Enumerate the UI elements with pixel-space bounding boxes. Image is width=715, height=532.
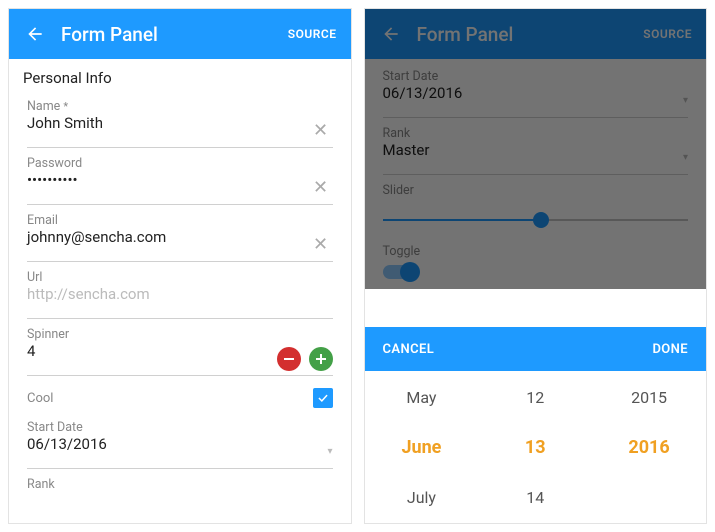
- header: Form Panel SOURCE: [9, 9, 351, 59]
- toggle-label: Toggle: [383, 244, 689, 259]
- cool-checkbox[interactable]: [313, 388, 333, 408]
- day-prev[interactable]: 12: [478, 372, 592, 422]
- spinner-plus-button[interactable]: [309, 347, 333, 371]
- start-date-input[interactable]: 06/13/2016: [27, 435, 321, 468]
- slider-label: Slider: [383, 183, 689, 198]
- password-input[interactable]: ••••••••••: [27, 171, 309, 204]
- source-button[interactable]: SOURCE: [643, 27, 692, 41]
- spinner-input[interactable]: 4: [27, 342, 277, 375]
- header-title: Form Panel: [417, 23, 644, 46]
- cool-label: Cool: [27, 391, 313, 406]
- chevron-down-icon: ▾: [683, 95, 688, 106]
- clear-icon[interactable]: ✕: [309, 234, 333, 255]
- date-picker-sheet: CANCEL DONE May June July 12 13 14 2015 …: [365, 327, 707, 523]
- form-body: Start Date 06/13/2016 ▾ Rank Master ▾: [365, 59, 707, 289]
- email-field: Email johnny@sencha.com ✕: [9, 207, 351, 264]
- month-column[interactable]: May June July: [365, 371, 479, 523]
- toggle-field: Toggle: [365, 240, 707, 289]
- email-input[interactable]: johnny@sencha.com: [27, 228, 309, 261]
- start-date-field: Start Date 06/13/2016 ▾: [365, 63, 707, 120]
- url-field: Url http://sencha.com: [9, 264, 351, 321]
- day-selected[interactable]: 13: [478, 422, 592, 472]
- header: Form Panel SOURCE: [365, 9, 707, 59]
- slider[interactable]: [383, 210, 689, 230]
- year-prev[interactable]: 2015: [592, 372, 706, 422]
- name-field: Name * John Smith ✕: [9, 93, 351, 150]
- name-input[interactable]: John Smith: [27, 114, 309, 147]
- day-column[interactable]: 12 13 14: [478, 371, 592, 523]
- slider-field: Slider: [365, 177, 707, 240]
- chevron-down-icon: ▾: [327, 446, 332, 457]
- name-label-text: Name: [27, 99, 60, 114]
- required-mark: *: [63, 100, 68, 113]
- slider-fill: [383, 219, 542, 221]
- spinner-minus-button[interactable]: [277, 347, 301, 371]
- left-panel: Form Panel SOURCE Personal Info Name * J…: [8, 8, 352, 524]
- toggle-switch[interactable]: [383, 265, 417, 279]
- section-title: Personal Info: [9, 59, 351, 93]
- chevron-down-icon: ▾: [683, 152, 688, 163]
- rank-field: Rank: [9, 471, 351, 494]
- start-date-label: Start Date: [383, 69, 689, 84]
- password-field: Password •••••••••• ✕: [9, 150, 351, 207]
- cool-field: Cool: [9, 378, 351, 414]
- name-label: Name *: [27, 99, 333, 114]
- rank-label: Rank: [27, 477, 333, 492]
- start-date-input[interactable]: 06/13/2016: [383, 84, 677, 117]
- year-selected[interactable]: 2016: [592, 422, 706, 472]
- start-date-field: Start Date 06/13/2016 ▾: [9, 414, 351, 471]
- rank-input[interactable]: Master: [383, 141, 677, 174]
- picker-columns: May June July 12 13 14 2015 2016: [365, 371, 707, 523]
- plus-icon: [316, 354, 326, 364]
- password-label: Password: [27, 156, 333, 171]
- month-next[interactable]: July: [365, 472, 479, 522]
- rank-label: Rank: [383, 126, 689, 141]
- minus-icon: [284, 358, 294, 360]
- start-date-label: Start Date: [27, 420, 333, 435]
- toggle-knob: [400, 262, 420, 282]
- rank-field: Rank Master ▾: [365, 120, 707, 177]
- year-column[interactable]: 2015 2016: [592, 371, 706, 523]
- clear-icon[interactable]: ✕: [309, 177, 333, 198]
- month-selected[interactable]: June: [365, 422, 479, 472]
- year-next[interactable]: [592, 472, 706, 522]
- month-prev[interactable]: May: [365, 372, 479, 422]
- source-button[interactable]: SOURCE: [288, 27, 337, 41]
- back-arrow-icon[interactable]: [23, 22, 47, 46]
- spinner-buttons: [277, 347, 333, 371]
- spinner-field: Spinner 4: [9, 321, 351, 378]
- spinner-label: Spinner: [27, 327, 333, 342]
- email-label: Email: [27, 213, 333, 228]
- right-panel: Form Panel SOURCE Start Date 06/13/2016 …: [364, 8, 708, 524]
- slider-thumb[interactable]: [533, 212, 549, 228]
- url-label: Url: [27, 270, 333, 285]
- clear-icon[interactable]: ✕: [309, 120, 333, 141]
- day-next[interactable]: 14: [478, 472, 592, 522]
- done-button[interactable]: DONE: [652, 342, 688, 357]
- check-icon: [316, 391, 330, 405]
- back-arrow-icon[interactable]: [379, 22, 403, 46]
- picker-toolbar: CANCEL DONE: [365, 327, 707, 371]
- url-input[interactable]: http://sencha.com: [27, 285, 333, 318]
- cancel-button[interactable]: CANCEL: [383, 342, 435, 357]
- header-title: Form Panel: [61, 23, 288, 46]
